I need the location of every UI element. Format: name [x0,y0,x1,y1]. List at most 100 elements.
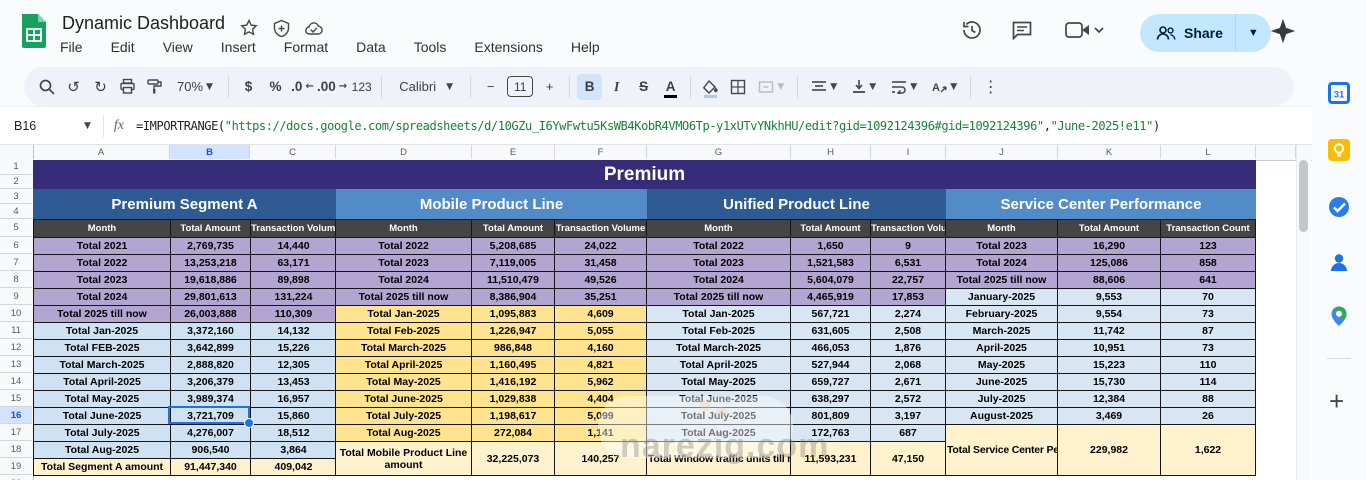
menu-file[interactable]: File [58,38,85,56]
meet-camera-icon[interactable] [1064,18,1104,44]
cell[interactable]: Total March-2025 [336,340,472,357]
share-dropdown[interactable]: ▼ [1236,27,1271,39]
cell[interactable]: 2,888,820 [171,357,251,374]
cell[interactable]: 73 [1161,340,1256,357]
cell[interactable]: 5,055 [555,323,647,340]
comment-icon[interactable] [1010,18,1036,44]
column-caption[interactable]: Month [647,220,791,238]
cell[interactable]: Total April-2025 [336,357,472,374]
cell[interactable]: 125,086 [1058,255,1161,272]
cell[interactable]: Total Jan-2025 [336,306,472,323]
cell[interactable]: 272,084 [472,425,555,442]
cell[interactable]: 5,962 [555,374,647,391]
cell[interactable]: 986,848 [472,340,555,357]
cell[interactable]: 110 [1161,357,1256,374]
cell[interactable]: 3,469 [1058,408,1161,425]
row-header-6[interactable]: 6 [0,237,32,254]
cell[interactable]: 631,605 [791,323,871,340]
cell[interactable]: 15,730 [1058,374,1161,391]
row-header-13[interactable]: 13 [0,356,32,373]
column-caption[interactable]: Transaction Volume [871,220,946,238]
star-icon[interactable] [240,19,260,39]
cell[interactable]: January-2025 [946,289,1058,306]
cell[interactable]: 4,821 [555,357,647,374]
cell[interactable]: 567,721 [791,306,871,323]
row-header-7[interactable]: 7 [0,254,32,271]
menu-extensions[interactable]: Extensions [472,38,544,56]
cell[interactable]: Total Segment A amount [34,459,171,476]
cell[interactable]: 4,465,919 [791,289,871,306]
cell[interactable]: Total 2024 [34,289,171,306]
column-header-D[interactable]: D [336,145,472,159]
row-header-12[interactable]: 12 [0,339,32,356]
row-header-17[interactable]: 17 [0,424,32,441]
cell[interactable]: 31,458 [555,255,647,272]
cell[interactable]: March-2025 [946,323,1058,340]
cell[interactable]: 2,508 [871,323,946,340]
column-caption[interactable]: Transaction Volume [555,220,647,238]
cell[interactable]: Total Mobile Product Line amount [336,442,472,476]
formula-text[interactable]: =IMPORTRANGE("https://docs.google.com/sp… [136,119,1160,133]
cell[interactable]: 22,757 [871,272,946,289]
row-header-20[interactable]: 20 [0,475,32,480]
cell[interactable]: 35,251 [555,289,647,306]
maps-icon[interactable] [1328,305,1350,327]
cell[interactable]: Total 2024 [336,272,472,289]
row-header-14[interactable]: 14 [0,373,32,390]
text-color-button[interactable]: A [658,74,683,100]
horizontal-align-button[interactable]: ▼ [805,74,843,100]
cell[interactable]: 638,297 [791,391,871,408]
cell[interactable]: 466,053 [791,340,871,357]
text-rotation-button[interactable]: A ▼ [925,74,963,100]
cell[interactable]: 89,898 [251,272,337,289]
cell[interactable]: 1,416,192 [472,374,555,391]
cell[interactable]: 73 [1161,306,1256,323]
row-header-9[interactable]: 9 [0,288,32,305]
cell[interactable]: 801,809 [791,408,871,425]
cell[interactable]: 17,853 [871,289,946,306]
more-options-button[interactable]: ⋮ [978,74,1003,100]
share-button-main[interactable]: Share [1140,14,1236,52]
text-wrap-button[interactable]: ▼ [885,74,923,100]
cell[interactable]: 14,132 [251,323,337,340]
cell[interactable]: Total 2023 [336,255,472,272]
cell[interactable]: Total 2023 [946,238,1058,255]
cell[interactable]: 32,225,073 [472,442,555,476]
borders-button[interactable] [725,74,750,100]
cloud-saved-icon[interactable] [304,19,324,39]
cell[interactable]: Total 2021 [34,238,171,255]
row-header-5[interactable]: 5 [0,219,32,237]
cell[interactable]: Total April-2025 [647,357,791,374]
cell[interactable]: Total Feb-2025 [336,323,472,340]
cell[interactable]: 5,208,685 [472,238,555,255]
row-header-10[interactable]: 10 [0,305,32,322]
section-header-unified-product-line[interactable]: Unified Product Line [647,189,946,219]
font-size-increase-button[interactable]: + [537,74,562,100]
sheets-logo-icon[interactable] [20,12,48,55]
cell[interactable]: Total 2025 till now [946,272,1058,289]
add-panel-button[interactable]: + [1329,386,1344,417]
keep-icon[interactable] [1328,139,1350,161]
paint-format-button[interactable] [142,74,167,100]
cell[interactable]: February-2025 [946,306,1058,323]
cell[interactable]: 1,650 [791,238,871,255]
column-header-G[interactable]: G [647,145,791,159]
cell[interactable]: Total March-2025 [34,357,171,374]
cell[interactable]: 12,305 [251,357,337,374]
cell[interactable]: 24,022 [555,238,647,255]
row-header-15[interactable]: 15 [0,390,32,407]
column-caption[interactable]: Month [946,220,1058,238]
column-header-H[interactable]: H [791,145,871,159]
cell[interactable]: 1,095,883 [472,306,555,323]
cell[interactable]: Total June-2025 [336,391,472,408]
column-caption[interactable]: Month [336,220,472,238]
column-header-E[interactable]: E [472,145,555,159]
column-caption[interactable]: Transaction Volume [251,220,337,238]
cell[interactable]: 13,253,218 [171,255,251,272]
fill-handle[interactable] [244,418,254,428]
row-header-19[interactable]: 19 [0,458,32,475]
column-header-J[interactable]: J [946,145,1058,159]
cell[interactable]: 63,171 [251,255,337,272]
cell[interactable]: Total Service Center Performance Amount [946,425,1058,476]
cell[interactable]: Total 2022 [647,238,791,255]
